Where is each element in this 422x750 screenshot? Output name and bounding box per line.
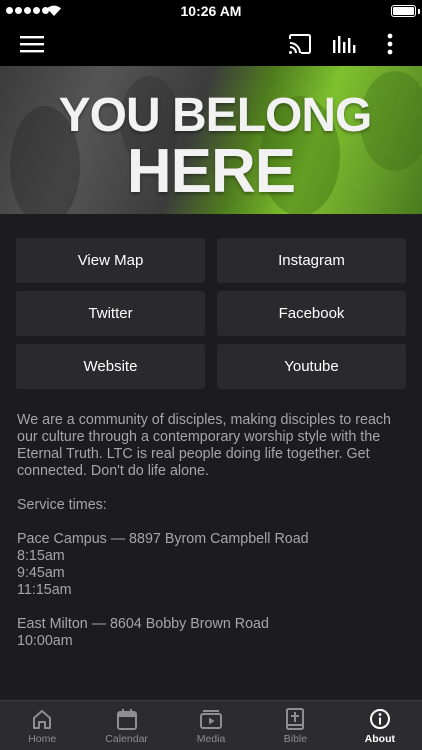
tab-home[interactable]: Home bbox=[0, 701, 84, 750]
tab-label: Calendar bbox=[105, 733, 148, 745]
hero-banner: YOU BELONG HERE bbox=[0, 66, 422, 214]
instagram-button[interactable]: Instagram bbox=[217, 238, 406, 283]
service-time: 10:00am bbox=[17, 633, 73, 649]
calendar-icon bbox=[116, 709, 137, 730]
tab-label: About bbox=[364, 733, 395, 745]
cast-icon bbox=[289, 34, 311, 54]
tab-label: Home bbox=[28, 733, 57, 745]
service-time: 11:15am bbox=[17, 582, 72, 598]
more-options-button[interactable] bbox=[368, 22, 412, 66]
service-time: 9:45am bbox=[17, 565, 65, 581]
media-play-icon bbox=[200, 710, 223, 729]
bottom-tab-bar: Home Calendar Media Bible About bbox=[0, 700, 422, 750]
status-time: 10:26 AM bbox=[180, 3, 242, 19]
home-icon bbox=[33, 710, 52, 729]
menu-button[interactable] bbox=[10, 22, 54, 66]
audio-button[interactable] bbox=[322, 22, 366, 66]
service-time: 8:15am bbox=[17, 548, 65, 564]
tab-label: Media bbox=[196, 733, 226, 745]
battery-icon bbox=[391, 5, 416, 17]
battery-tip bbox=[418, 9, 420, 14]
facebook-button[interactable]: Facebook bbox=[217, 291, 406, 336]
info-icon bbox=[369, 709, 390, 729]
audio-bars-icon bbox=[333, 36, 356, 53]
service-times-heading: Service times: bbox=[17, 497, 107, 513]
twitter-button[interactable]: Twitter bbox=[16, 291, 205, 336]
tab-label: Bible bbox=[283, 733, 308, 745]
more-vertical-icon bbox=[387, 33, 393, 55]
youtube-button[interactable]: Youtube bbox=[217, 344, 406, 389]
tab-calendar[interactable]: Calendar bbox=[84, 701, 168, 750]
status-bar: 10:26 AM bbox=[0, 0, 422, 22]
hamburger-icon bbox=[20, 36, 44, 53]
tab-bible[interactable]: Bible bbox=[253, 701, 337, 750]
about-description: We are a community of disciples, making … bbox=[17, 412, 391, 479]
tab-media[interactable]: Media bbox=[169, 701, 253, 750]
top-toolbar bbox=[0, 22, 422, 66]
cast-button[interactable] bbox=[278, 22, 322, 66]
tab-about[interactable]: About bbox=[338, 701, 422, 750]
bible-icon bbox=[286, 708, 305, 730]
campus-pace-address: Pace Campus — 8897 Byrom Campbell Road bbox=[17, 531, 309, 547]
link-buttons-grid: View Map Instagram Twitter Facebook Webs… bbox=[16, 238, 406, 389]
campus-east-milton-address: East Milton — 8604 Bobby Brown Road bbox=[17, 616, 269, 632]
banner-headline-line1: YOU BELONG bbox=[58, 89, 373, 142]
about-section: We are a community of disciples, making … bbox=[17, 412, 409, 650]
banner-headline-line2: HERE bbox=[126, 137, 296, 206]
website-button[interactable]: Website bbox=[16, 344, 205, 389]
view-map-button[interactable]: View Map bbox=[16, 238, 205, 283]
